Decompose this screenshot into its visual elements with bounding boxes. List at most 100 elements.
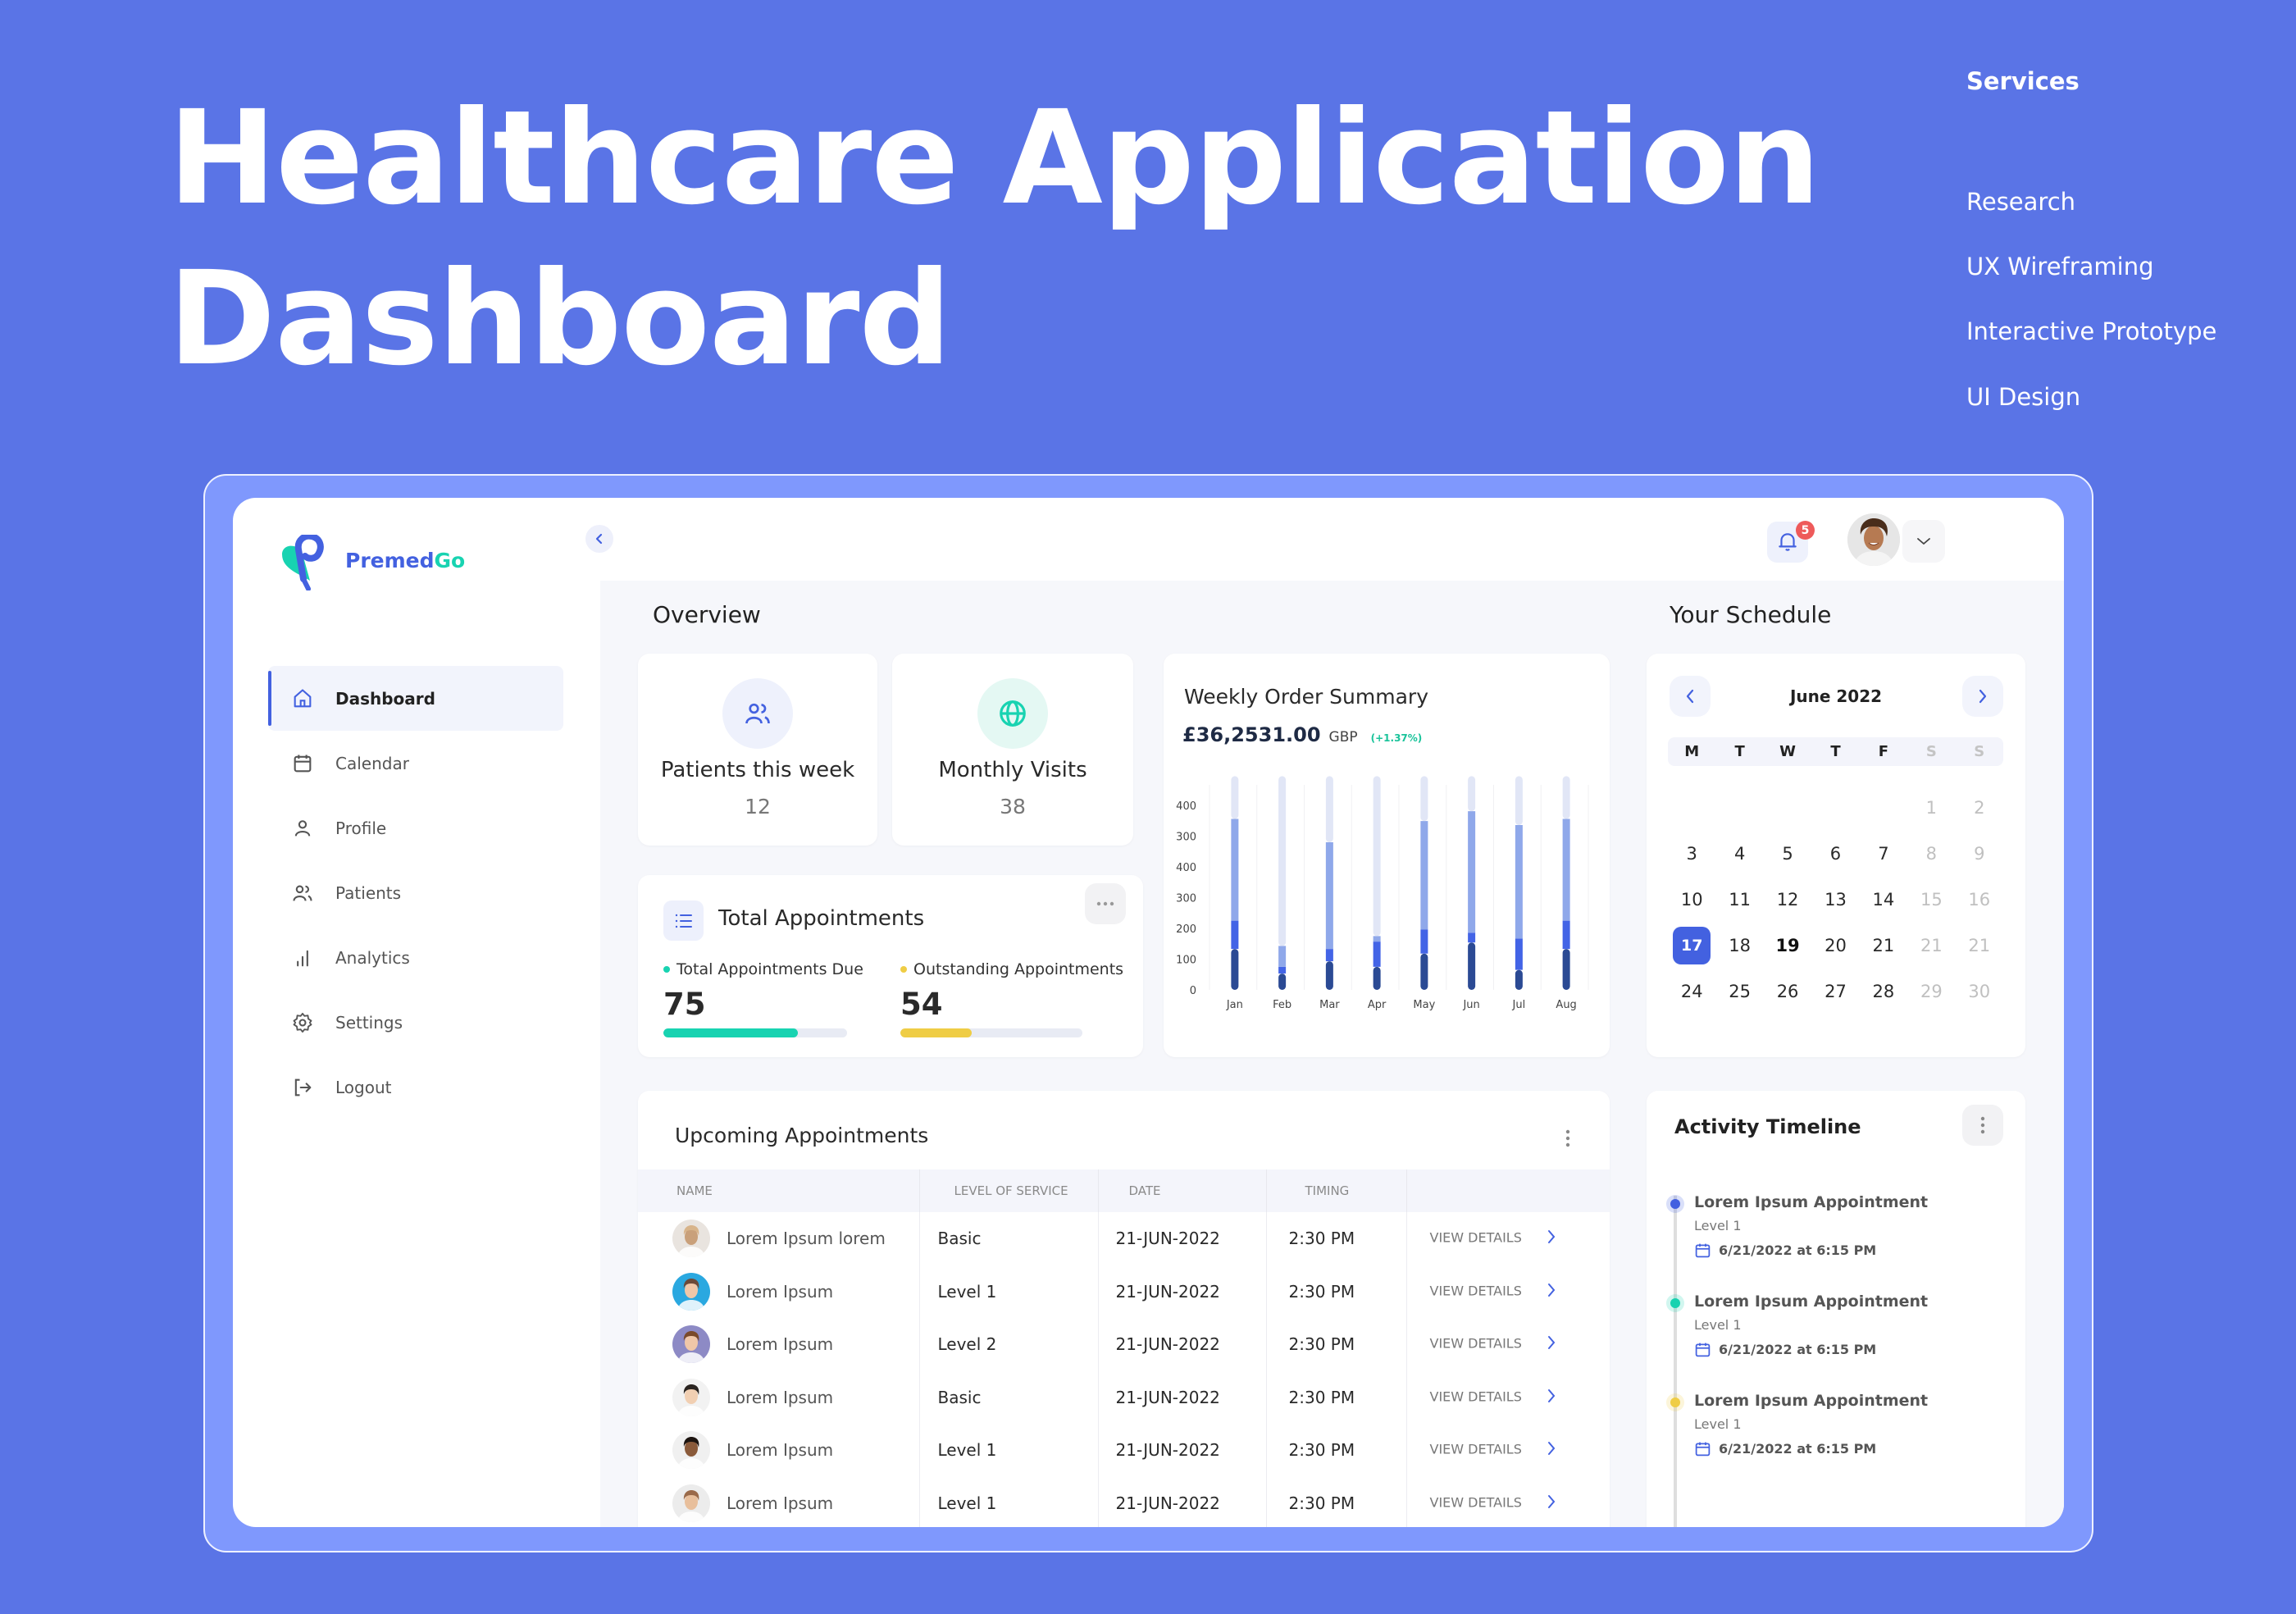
chevron-right-icon: [1547, 1283, 1556, 1297]
sidebar-item-analytics[interactable]: Analytics: [268, 925, 563, 990]
view-details-link[interactable]: VIEW DETAILS: [1406, 1371, 1610, 1425]
timeline-item-level: Level 1: [1694, 1416, 1742, 1432]
chevron-right-icon: [1547, 1388, 1556, 1402]
x-tick-label: May: [1413, 999, 1435, 1011]
calendar-day[interactable]: 21: [1860, 923, 1907, 969]
bar-segment-apr-track: [1373, 776, 1381, 937]
sidebar-item-label: Settings: [335, 1012, 403, 1033]
table-row: Lorem Ipsum Level 1 21-JUN-2022 2:30 PM …: [638, 1424, 1610, 1477]
calendar-day[interactable]: 19: [1764, 923, 1811, 969]
collapse-sidebar-button[interactable]: [585, 525, 613, 553]
brand-name-part2: Go: [434, 549, 466, 572]
patients-icon-badge: [722, 678, 793, 749]
calendar-day[interactable]: 4: [1715, 831, 1763, 877]
calendar-day[interactable]: 5: [1764, 831, 1811, 877]
app-window: PremedGo Dashboard Calendar Profile Pati…: [233, 498, 2064, 1527]
calendar-day[interactable]: 24: [1668, 969, 1715, 1014]
calendar-day[interactable]: 7: [1860, 831, 1907, 877]
view-details-label: VIEW DETAILS: [1429, 1388, 1522, 1405]
col-header-timing: TIMING: [1266, 1169, 1407, 1212]
visits-card[interactable]: Monthly Visits 38: [892, 654, 1133, 846]
service-item: Interactive Prototype: [1966, 317, 2217, 345]
sidebar-item-calendar[interactable]: Calendar: [268, 731, 563, 796]
calendar-day[interactable]: 21: [1956, 923, 2003, 969]
weekday-label: W: [1779, 743, 1796, 760]
list-icon: [675, 914, 692, 928]
bar-segment-may-track: [1420, 776, 1428, 822]
more-vertical-icon: [1980, 1116, 1985, 1134]
view-details-link[interactable]: VIEW DETAILS: [1406, 1212, 1610, 1265]
view-details-link[interactable]: VIEW DETAILS: [1406, 1265, 1610, 1319]
calendar-day[interactable]: 10: [1668, 877, 1715, 923]
patient-avatar: [672, 1220, 710, 1258]
calendar-day[interactable]: 12: [1764, 877, 1811, 923]
calendar-day[interactable]: 30: [1956, 969, 2003, 1014]
calendar-day[interactable]: 1: [1907, 785, 1955, 831]
timeline-item: Lorem Ipsum Appointment Level 1 6/21/202…: [1666, 1193, 1929, 1259]
view-details-link[interactable]: VIEW DETAILS: [1406, 1477, 1610, 1528]
appointments-title: Upcoming Appointments: [675, 1124, 929, 1147]
upcoming-appointments-card: Upcoming Appointments NAME LEVEL OF SERV…: [638, 1091, 1610, 1527]
bar-segment-mar-segment-1: [1325, 961, 1333, 990]
table-row: Lorem Ipsum Basic 21-JUN-2022 2:30 PM VI…: [638, 1370, 1610, 1425]
calendar-day[interactable]: 15: [1907, 877, 1955, 923]
cell-date: 21-JUN-2022: [1098, 1370, 1267, 1424]
calendar-day[interactable]: 2: [1956, 785, 2003, 831]
bar-segment-may-segment-1: [1420, 953, 1428, 990]
chevron-right-icon: [1547, 1442, 1556, 1456]
calendar-day[interactable]: 28: [1860, 969, 1907, 1014]
order-change: (+1.37%): [1370, 732, 1423, 744]
x-tick-label: Jan: [1226, 999, 1243, 1011]
calendar-day[interactable]: 11: [1715, 877, 1763, 923]
calendar-day[interactable]: 27: [1811, 969, 1859, 1014]
next-month-button[interactable]: [1962, 676, 2003, 717]
calendar-day[interactable]: 25: [1715, 969, 1763, 1014]
calendar-day[interactable]: 13: [1811, 877, 1859, 923]
sidebar-item-label: Analytics: [335, 947, 410, 968]
visits-icon-badge: [977, 678, 1048, 749]
cell-name: Lorem Ipsum lorem: [638, 1212, 920, 1265]
view-details-link[interactable]: VIEW DETAILS: [1406, 1424, 1610, 1477]
chevron-left-icon: [595, 533, 603, 545]
bar-segment-mar-segment-2: [1325, 949, 1333, 962]
calendar-day[interactable]: 29: [1907, 969, 1955, 1014]
table-row: Lorem Ipsum lorem Basic 21-JUN-2022 2:30…: [638, 1212, 1610, 1265]
overview-title: Overview: [653, 601, 761, 628]
calendar-icon: [1695, 1243, 1711, 1258]
more-options-button[interactable]: [1085, 883, 1126, 924]
calendar-day[interactable]: 3: [1668, 831, 1715, 877]
timeline-item-title: Lorem Ipsum Appointment: [1694, 1193, 1929, 1211]
sidebar-item-settings[interactable]: Settings: [268, 990, 563, 1055]
bar-segment-jun-segment-1: [1468, 942, 1476, 990]
calendar-day[interactable]: 6: [1811, 831, 1859, 877]
x-tick-label: Jul: [1512, 999, 1526, 1011]
patient-photo: [677, 1331, 705, 1364]
timeline-item-datetime: 6/21/2022 at 6:15 PM: [1719, 1342, 1877, 1357]
account-menu-button[interactable]: [1902, 520, 1945, 563]
user-avatar[interactable]: [1847, 513, 1900, 566]
calendar-day[interactable]: 14: [1860, 877, 1907, 923]
sidebar-item-profile[interactable]: Profile: [268, 796, 563, 860]
calendar-day[interactable]: 20: [1811, 923, 1859, 969]
calendar-icon: [1695, 1442, 1711, 1457]
calendar-day[interactable]: 16: [1956, 877, 2003, 923]
calendar-day[interactable]: 9: [1956, 831, 2003, 877]
calendar-day[interactable]: 18: [1715, 923, 1763, 969]
cell-level: Basic: [919, 1212, 1099, 1265]
view-details-link[interactable]: VIEW DETAILS: [1406, 1318, 1610, 1371]
timeline-more-button[interactable]: [1962, 1105, 2003, 1146]
sidebar-item-dashboard[interactable]: Dashboard: [268, 666, 563, 731]
table-header-row: NAME LEVEL OF SERVICE DATE TIMING: [638, 1169, 1610, 1212]
calendar-day[interactable]: 8: [1907, 831, 1955, 877]
stacked-bar-chart: 0 100 200 300 400 300 400 Jan Feb Mar Apr May Jun Jul…: [1176, 776, 1589, 1011]
user-photo: [1847, 513, 1900, 566]
sidebar-item-patients[interactable]: Patients: [268, 860, 563, 925]
patient-photo: [677, 1225, 705, 1258]
appointments-due-progress-fill: [663, 1028, 798, 1037]
calendar-day[interactable]: 21: [1907, 923, 1955, 969]
patients-card[interactable]: Patients this week 12: [638, 654, 877, 846]
calendar-day[interactable]: 26: [1764, 969, 1811, 1014]
calendar-day-selected[interactable]: 17: [1673, 927, 1711, 964]
more-vertical-icon[interactable]: [1565, 1128, 1571, 1148]
sidebar-item-logout[interactable]: Logout: [268, 1055, 563, 1119]
